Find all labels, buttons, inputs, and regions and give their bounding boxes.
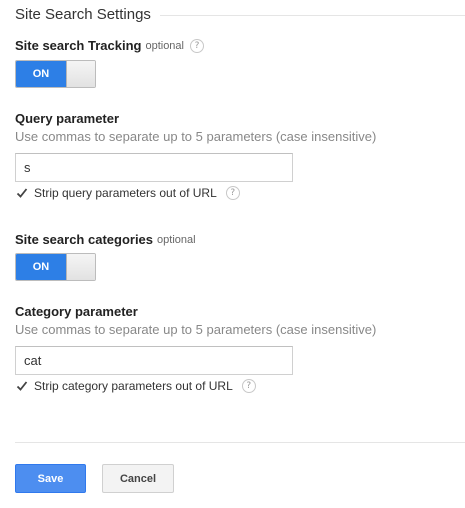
strip-query-checkbox[interactable] [16, 187, 28, 199]
tracking-optional-text: optional [145, 40, 184, 52]
categories-label-text: Site search categories [15, 232, 154, 247]
query-parameter-hint: Use commas to separate up to 5 parameter… [15, 129, 377, 144]
help-icon[interactable]: ? [241, 379, 256, 393]
strip-query-parameters-row[interactable]: Strip query parameters out of URL ? [16, 186, 240, 200]
category-parameter-input[interactable]: cat [15, 346, 293, 375]
query-parameter-label: Query parameter [15, 111, 120, 126]
title-divider [160, 15, 465, 16]
query-parameter-input[interactable]: s [15, 153, 293, 182]
strip-category-parameters-row[interactable]: Strip category parameters out of URL ? [16, 379, 256, 393]
strip-category-checkbox[interactable] [16, 380, 28, 392]
strip-query-label: Strip query parameters out of URL [34, 186, 217, 200]
category-parameter-label: Category parameter [15, 304, 138, 319]
tracking-label-text: Site search Tracking [15, 38, 142, 53]
toggle-knob [66, 61, 95, 87]
help-icon[interactable]: ? [225, 186, 240, 200]
categories-optional-text: optional [157, 234, 196, 246]
section-title: Site Search Settings [15, 6, 151, 23]
strip-category-label: Strip category parameters out of URL [34, 379, 233, 393]
category-parameter-hint: Use commas to separate up to 5 parameter… [15, 322, 377, 337]
cancel-button[interactable]: Cancel [102, 464, 174, 493]
site-search-tracking-label: Site search Tracking optional ? [15, 38, 204, 54]
toggle-on-label: ON [16, 61, 66, 87]
actions-divider [15, 442, 465, 443]
save-button[interactable]: Save [15, 464, 86, 493]
site-search-tracking-toggle[interactable]: ON [15, 60, 96, 88]
toggle-on-label: ON [16, 254, 66, 280]
help-icon[interactable]: ? [190, 39, 204, 53]
toggle-knob [66, 254, 95, 280]
checkmark-icon [16, 381, 28, 391]
checkmark-icon [16, 188, 28, 198]
site-search-categories-label: Site search categories optional [15, 232, 196, 248]
site-search-categories-toggle[interactable]: ON [15, 253, 96, 281]
